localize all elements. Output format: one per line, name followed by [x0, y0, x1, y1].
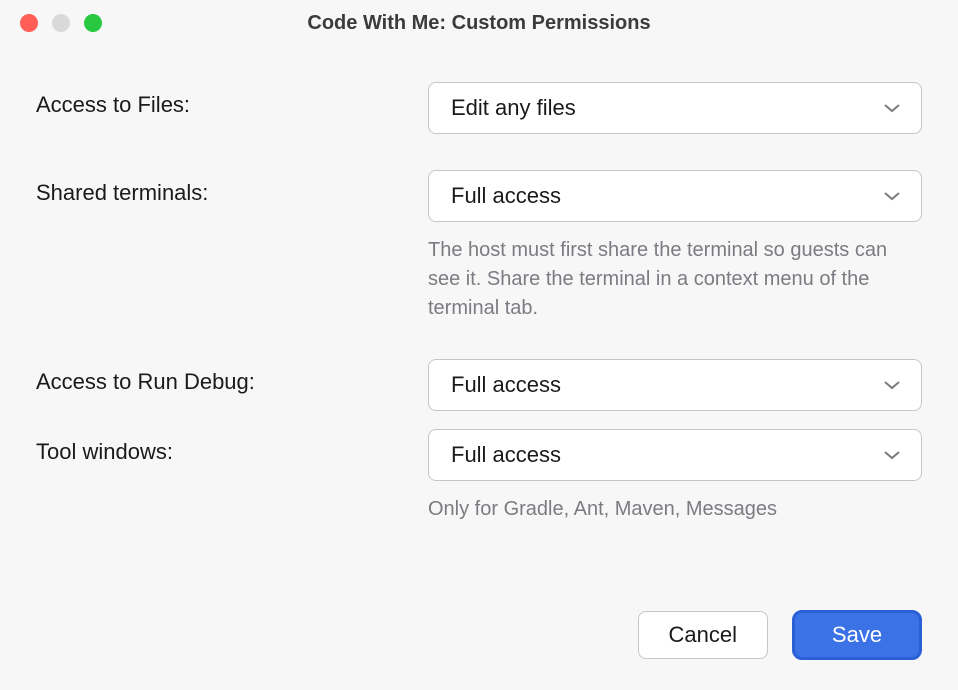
- cancel-button[interactable]: Cancel: [638, 611, 768, 659]
- select-run-debug-value: Full access: [451, 372, 561, 398]
- helper-shared-terminals: The host must first share the terminal s…: [428, 236, 922, 323]
- traffic-lights: [20, 14, 102, 32]
- chevron-down-icon: [883, 99, 901, 117]
- titlebar: Code With Me: Custom Permissions: [0, 0, 958, 42]
- save-button[interactable]: Save: [792, 610, 922, 660]
- chevron-down-icon: [883, 446, 901, 464]
- label-tool-windows: Tool windows:: [36, 439, 173, 464]
- row-run-debug: Access to Run Debug: Full access: [36, 359, 922, 411]
- select-access-files-value: Edit any files: [451, 95, 576, 121]
- window-title: Code With Me: Custom Permissions: [307, 12, 650, 35]
- chevron-down-icon: [883, 187, 901, 205]
- row-tool-windows: Tool windows: Full access Only for Gradl…: [36, 429, 922, 524]
- label-shared-terminals: Shared terminals:: [36, 180, 208, 205]
- select-tool-windows[interactable]: Full access: [428, 429, 922, 481]
- select-access-files[interactable]: Edit any files: [428, 82, 922, 134]
- select-tool-windows-value: Full access: [451, 442, 561, 468]
- select-shared-terminals-value: Full access: [451, 183, 561, 209]
- label-access-files: Access to Files:: [36, 92, 190, 117]
- maximize-window-button[interactable]: [84, 14, 102, 32]
- select-shared-terminals[interactable]: Full access: [428, 170, 922, 222]
- label-run-debug: Access to Run Debug:: [36, 369, 255, 394]
- select-run-debug[interactable]: Full access: [428, 359, 922, 411]
- row-access-files: Access to Files: Edit any files: [36, 82, 922, 134]
- row-shared-terminals: Shared terminals: Full access The host m…: [36, 170, 922, 323]
- button-row: Cancel Save: [0, 580, 958, 660]
- close-window-button[interactable]: [20, 14, 38, 32]
- chevron-down-icon: [883, 376, 901, 394]
- minimize-window-button[interactable]: [52, 14, 70, 32]
- form-content: Access to Files: Edit any files Shared t…: [0, 42, 958, 580]
- helper-tool-windows: Only for Gradle, Ant, Maven, Messages: [428, 495, 922, 524]
